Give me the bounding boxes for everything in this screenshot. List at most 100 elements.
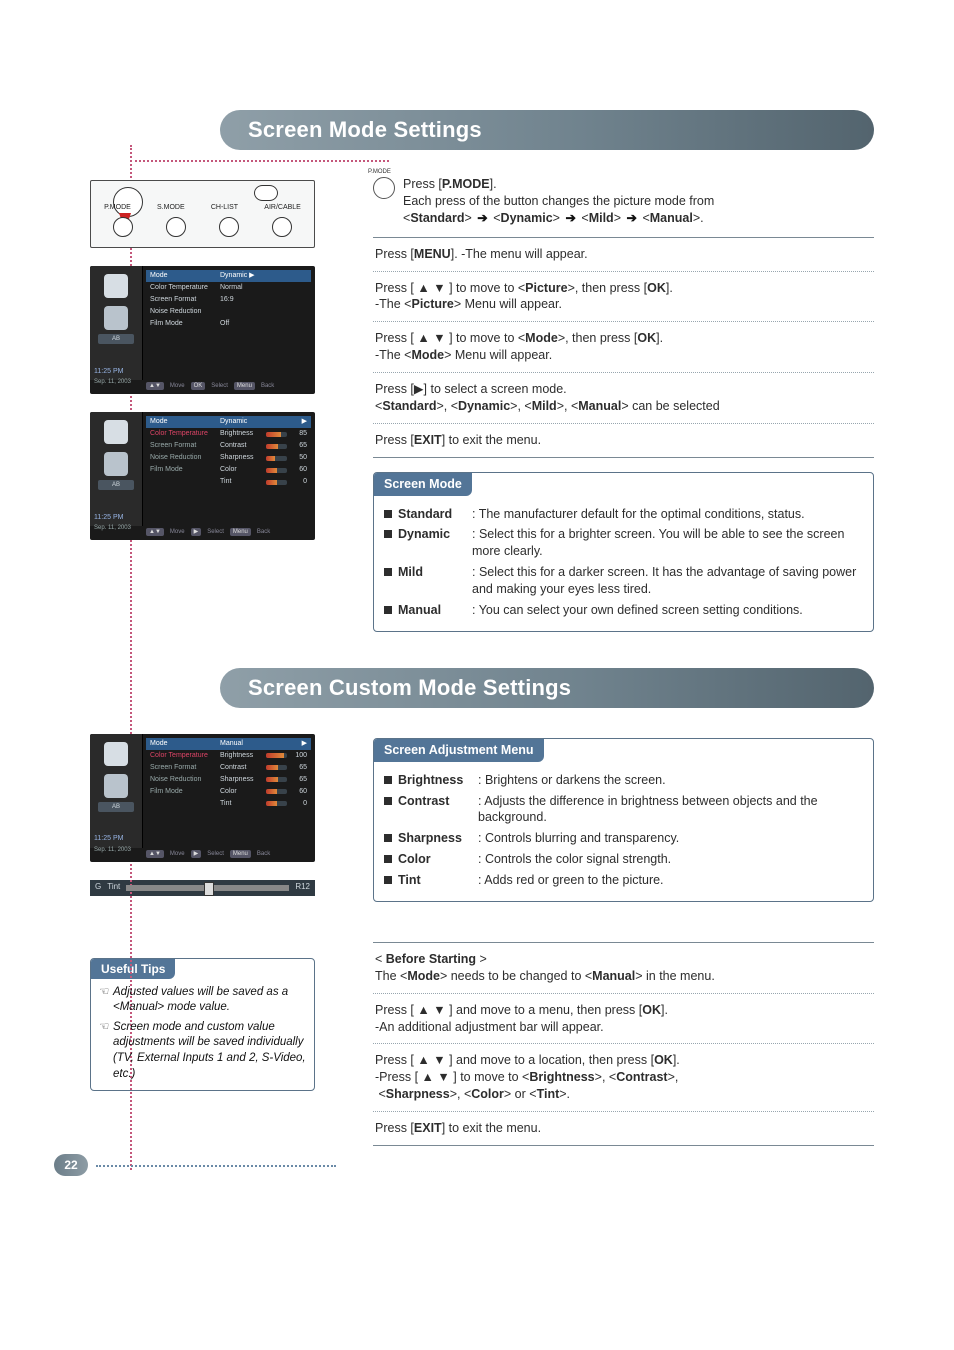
section-heading-custom-mode: Screen Custom Mode Settings — [220, 668, 874, 708]
osd-date: Sep. 11, 2003 — [94, 378, 131, 386]
left-column: AB 11:25 PM Sep. 11, 2003 ModeManual▶Col… — [90, 734, 315, 1160]
bullet-square-icon — [384, 510, 392, 518]
bullet-square-icon — [384, 568, 392, 576]
right-column: Screen Adjustment Menu Brightness : Brig… — [337, 734, 874, 1160]
definition-row: Sharpness : Controls blurring and transp… — [384, 830, 863, 847]
page-number-badge: 22 — [54, 1154, 88, 1176]
tip-item: Screen mode and custom value adjustments… — [99, 1020, 306, 1082]
definition-term: Manual — [398, 602, 466, 619]
instruction-step: Press [ ▲ ▼ ] to move to <Picture>, then… — [373, 272, 874, 323]
osd-row: Film Mode Color 60 — [146, 786, 311, 798]
screen-mode-box: Screen Mode Standard : The manufacturer … — [373, 472, 874, 632]
tint-track — [126, 885, 289, 891]
picture-tile-icon — [104, 420, 128, 444]
definition-row: Contrast : Adjusts the difference in bri… — [384, 793, 863, 827]
osd-row: Noise Reduction — [146, 306, 311, 318]
instruction-step: Press [EXIT] to exit the menu. — [373, 424, 874, 457]
definition-desc: : Adjusts the difference in brightness b… — [478, 793, 863, 827]
ab-badge: AB — [98, 480, 134, 490]
osd-footer: ▲▼MoveOKSelectMenuBack — [146, 380, 311, 392]
osd-footer: ▲▼Move▶SelectMenuBack — [146, 526, 311, 538]
osd-mode-sliders: AB 11:25 PM Sep. 11, 2003 ModeDynamic▶Co… — [90, 412, 315, 540]
instruction-step: Press [ ▲ ▼ ] and move to a menu, then p… — [373, 994, 874, 1045]
definition-term: Contrast — [398, 793, 472, 827]
instruction-step: Press [EXIT] to exit the menu. — [373, 1112, 874, 1145]
definition-desc: : You can select your own defined screen… — [472, 602, 863, 619]
osd-footer: ▲▼Move▶SelectMenuBack — [146, 848, 311, 860]
osd-clock: 11:25 PM — [94, 834, 123, 843]
definition-row: Manual : You can select your own defined… — [384, 602, 863, 619]
box-body: Brightness : Brightens or darkens the sc… — [374, 762, 873, 901]
definition-row: Mild : Select this for a darker screen. … — [384, 564, 863, 598]
osd-row: Noise Reduction Sharpness 50 — [146, 452, 311, 464]
manual-page: Screen Mode Settings P.MODE S.MODE CH-LI… — [0, 0, 954, 1220]
definition-row: Tint : Adds red or green to the picture. — [384, 872, 863, 889]
osd-rows: ModeManual▶Color Temperature Brightness … — [146, 738, 311, 846]
osd-row: Color Temperature Brightness 100 — [146, 750, 311, 762]
bullet-square-icon — [384, 606, 392, 614]
osd-date: Sep. 11, 2003 — [94, 524, 131, 532]
instruction-step: Press [ ▲ ▼ ] and move to a location, th… — [373, 1044, 874, 1112]
wheel-icon — [254, 185, 278, 201]
definition-term: Color — [398, 851, 472, 868]
osd-row: Color TemperatureNormal — [146, 282, 311, 294]
picture-tile-icon — [104, 274, 128, 298]
button-circle-icon — [272, 217, 292, 237]
section-heading-screen-mode: Screen Mode Settings — [220, 110, 874, 150]
label-aircable: AIR/CABLE — [264, 203, 301, 212]
tint-thumb-icon — [204, 882, 214, 896]
button-circle-icon — [166, 217, 186, 237]
picture-tile-icon — [104, 742, 128, 766]
tint-value: R12 — [295, 882, 310, 893]
ab-badge: AB — [98, 802, 134, 812]
picture-tile-icon — [104, 774, 128, 798]
label-smode: S.MODE — [157, 203, 185, 212]
definition-term: Mild — [398, 564, 466, 598]
osd-row: Screen Format Contrast 65 — [146, 440, 311, 452]
tint-label: Tint — [107, 882, 120, 893]
bullet-square-icon — [384, 855, 392, 863]
dotted-connector — [130, 160, 389, 162]
button-circle-icon — [219, 217, 239, 237]
instruction-step: Press [▶] to select a screen mode.<Stand… — [373, 373, 874, 424]
heading-text: Screen Mode Settings — [248, 115, 482, 145]
text: Each press of the button changes the pic… — [403, 194, 714, 208]
tint-adjust-bar: G Tint R12 — [90, 880, 315, 896]
osd-clock: 11:25 PM — [94, 513, 123, 522]
right-column: Press [P.MODE]. Each press of the button… — [337, 176, 874, 632]
pmode-instruction: Press [P.MODE]. Each press of the button… — [373, 176, 874, 227]
osd-row: ModeDynamic ▶ — [146, 270, 311, 282]
osd-row: ModeDynamic▶ — [146, 416, 311, 428]
button-circle-icon — [113, 217, 133, 237]
osd-rows: ModeDynamic▶Color Temperature Brightness… — [146, 416, 311, 524]
box-heading: Useful Tips — [91, 959, 175, 979]
definition-desc: : The manufacturer default for the optim… — [472, 506, 863, 523]
label-pmode: P.MODE — [104, 203, 131, 212]
definition-desc: : Controls the color signal strength. — [478, 851, 863, 868]
instruction-step: Press [MENU]. -The menu will appear. — [373, 238, 874, 272]
ab-badge: AB — [98, 334, 134, 344]
adjustment-menu-box: Screen Adjustment Menu Brightness : Brig… — [373, 738, 874, 902]
left-column: P.MODE S.MODE CH-LIST AIR/CABLE AB — [90, 176, 315, 632]
heading-text: Screen Custom Mode Settings — [248, 673, 571, 703]
definition-term: Tint — [398, 872, 472, 889]
definition-row: Standard : The manufacturer default for … — [384, 506, 863, 523]
osd-sidebar: AB — [90, 266, 143, 380]
osd-row: Screen Format Contrast 65 — [146, 762, 311, 774]
osd-sidebar: AB — [90, 734, 143, 848]
definition-desc: : Select this for a darker screen. It ha… — [472, 564, 863, 598]
bullet-square-icon — [384, 876, 392, 884]
instruction-step: < Before Starting >The <Mode> needs to b… — [373, 943, 874, 994]
osd-row: Noise Reduction Sharpness 65 — [146, 774, 311, 786]
box-heading: Screen Mode — [374, 473, 472, 496]
osd-sidebar: AB — [90, 412, 143, 526]
definition-desc: : Brightens or darkens the screen. — [478, 772, 863, 789]
instruction-step: Press [ ▲ ▼ ] to move to <Mode>, then pr… — [373, 322, 874, 373]
osd-row: Tint 0 — [146, 476, 311, 488]
box-heading: Screen Adjustment Menu — [374, 739, 544, 762]
bullet-square-icon — [384, 530, 392, 538]
tips-list: Adjusted values will be saved as a <Manu… — [99, 985, 306, 1082]
text-bold: P.MODE — [442, 177, 490, 191]
section1-columns: P.MODE S.MODE CH-LIST AIR/CABLE AB — [90, 176, 874, 632]
definition-desc: : Select this for a brighter screen. You… — [472, 526, 863, 560]
